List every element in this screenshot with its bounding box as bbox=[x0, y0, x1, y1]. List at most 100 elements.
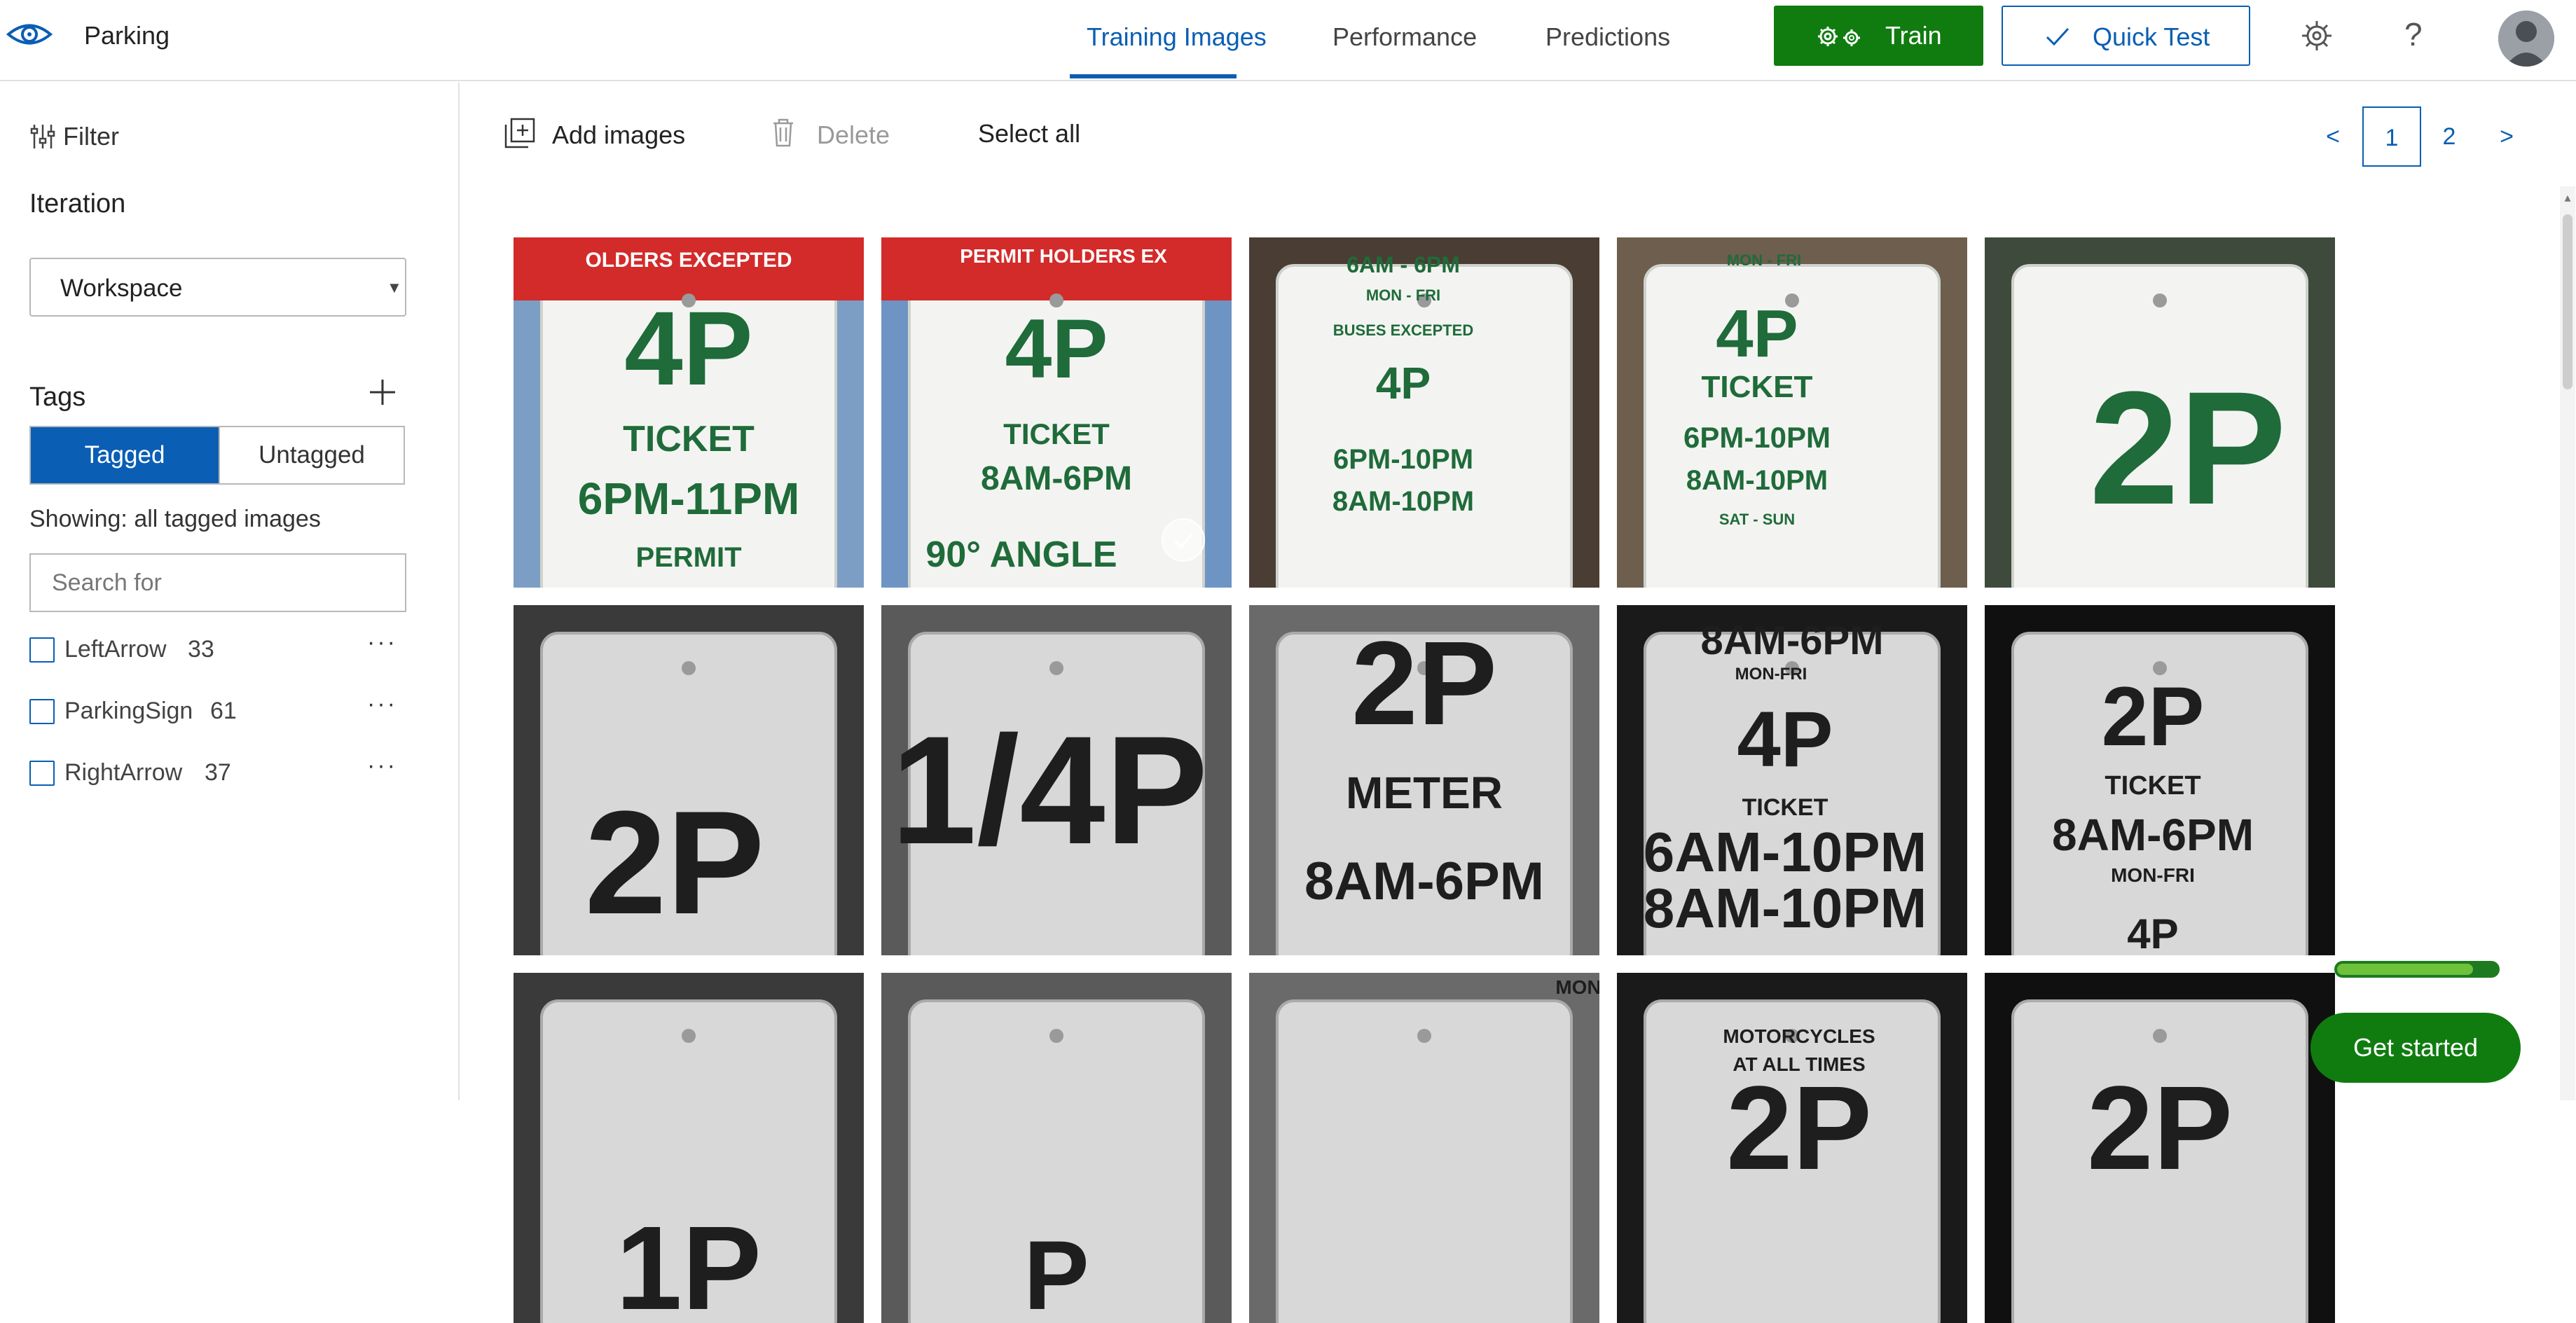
tag-checkbox[interactable] bbox=[29, 637, 55, 663]
tag-row-parkingsign: ParkingSign 61 ··· bbox=[29, 691, 422, 727]
sign-text: TICKET bbox=[623, 419, 755, 459]
onboarding-progress-bar bbox=[2334, 961, 2500, 978]
checkmark-circle-icon[interactable] bbox=[1162, 518, 1205, 562]
tag-name[interactable]: LeftArrow bbox=[64, 636, 167, 663]
training-image-tile[interactable]: 1P bbox=[514, 973, 864, 1323]
parking-sign-photo: 2P TICKET 8AM-6PM MON-FRI 4P bbox=[1985, 605, 2335, 955]
sign-text: SAT - SUN bbox=[1719, 511, 1795, 528]
user-avatar-icon[interactable] bbox=[2498, 11, 2554, 67]
pagination-prev-button[interactable]: < bbox=[2305, 106, 2361, 167]
onboarding-progress-fill bbox=[2337, 964, 2473, 975]
iteration-dropdown[interactable]: Workspace ▼ bbox=[29, 258, 406, 317]
sign-text: 8AM-6PM bbox=[1304, 852, 1544, 911]
project-title[interactable]: Parking bbox=[84, 21, 170, 50]
sign-text: MOTORCYCLES bbox=[1723, 1025, 1875, 1047]
iteration-heading: Iteration bbox=[29, 189, 126, 219]
quick-test-button-label: Quick Test bbox=[2093, 22, 2210, 51]
sign-text: 6PM-10PM bbox=[1683, 421, 1831, 454]
training-image-tile[interactable]: 1/4P bbox=[881, 605, 1232, 955]
sign-text: 2P bbox=[2102, 670, 2205, 763]
training-image-tile[interactable]: 2P bbox=[1985, 237, 2335, 588]
gears-icon bbox=[1818, 27, 1860, 46]
quick-test-button[interactable]: Quick Test bbox=[2002, 6, 2250, 66]
training-image-tile[interactable]: 2P bbox=[1985, 973, 2335, 1323]
tag-checkbox[interactable] bbox=[29, 699, 55, 724]
sign-text: PERMIT HOLDERS EX bbox=[960, 245, 1167, 267]
sign-text: 4P bbox=[1005, 302, 1108, 396]
training-image-tile[interactable]: 8AM-6PM MON-FRI 4P TICKET 6AM-10PM 8AM-10PM bbox=[1617, 605, 1967, 955]
training-image-tile[interactable]: P bbox=[881, 973, 1232, 1323]
sign-text: 4P bbox=[1376, 358, 1431, 408]
dropdown-caret-icon: ▼ bbox=[387, 279, 402, 296]
train-button[interactable]: Train bbox=[1774, 6, 1983, 66]
plus-icon[interactable] bbox=[367, 377, 398, 408]
tag-name[interactable]: ParkingSign bbox=[64, 698, 193, 725]
pagination-page-2[interactable]: 2 bbox=[2421, 106, 2477, 167]
delete-label: Delete bbox=[817, 120, 890, 149]
parking-sign-photo: 1/4P bbox=[881, 605, 1232, 955]
tag-checkbox[interactable] bbox=[29, 761, 55, 786]
more-options-icon[interactable]: ··· bbox=[367, 629, 397, 656]
gear-icon[interactable] bbox=[2301, 20, 2333, 52]
training-image-tile[interactable]: 6AM - 6PM MON - FRI BUSES EXCEPTED 4P 6PM-10… bbox=[1249, 237, 1599, 588]
parking-sign-photo: 1P bbox=[514, 973, 864, 1323]
trash-icon bbox=[773, 118, 793, 147]
sign-text: 6AM - 6PM bbox=[1346, 252, 1460, 277]
pagination-page-1[interactable]: 1 bbox=[2362, 106, 2421, 167]
filter-label: Filter bbox=[63, 122, 119, 151]
training-image-tile[interactable]: 2P METER 8AM-6PM bbox=[1249, 605, 1599, 955]
eye-icon[interactable] bbox=[4, 15, 55, 53]
parking-sign-photo: MON bbox=[1249, 973, 1599, 1323]
scroll-up-arrow-icon[interactable]: ▴ bbox=[2560, 191, 2575, 205]
sign-text: 8AM-10PM bbox=[1332, 486, 1474, 517]
sign-text: MON - FRI bbox=[1366, 286, 1440, 304]
tab-predictions[interactable]: Predictions bbox=[1545, 22, 1670, 52]
sign-text: MON-FRI bbox=[1735, 665, 1807, 684]
training-image-tile[interactable]: MON - FRI 4P TICKET 6PM-10PM 8AM-10PM SAT - S… bbox=[1617, 237, 1967, 588]
sign-text: OLDERS EXCEPTED bbox=[585, 249, 792, 272]
sign-text: TICKET bbox=[1742, 794, 1828, 821]
tab-performance[interactable]: Performance bbox=[1332, 22, 1477, 52]
sign-text: 2P bbox=[2089, 358, 2286, 538]
filter-sliders-icon bbox=[30, 125, 55, 148]
tag-row-rightarrow: RightArrow 37 ··· bbox=[29, 752, 422, 789]
tags-heading: Tags bbox=[29, 382, 86, 412]
active-tab-indicator bbox=[1070, 74, 1237, 78]
training-image-tile[interactable]: 2P bbox=[514, 605, 864, 955]
tagged-toggle-button[interactable]: Tagged bbox=[31, 427, 219, 483]
tab-training-images[interactable]: Training Images bbox=[1087, 22, 1267, 52]
left-sidebar: Filter Iteration Workspace ▼ Tags Tagged… bbox=[0, 83, 460, 1100]
vertical-scrollbar[interactable]: ▴ bbox=[2560, 186, 2575, 1100]
training-image-tile[interactable]: OLDERS EXCEPTED 4P TICKET 6PM-11PM PERMIT bbox=[514, 237, 864, 588]
sign-text: PERMIT bbox=[635, 542, 741, 573]
training-image-tile[interactable]: 2P TICKET 8AM-6PM MON-FRI 4P bbox=[1985, 605, 2335, 955]
sign-text: MON bbox=[1555, 976, 1599, 998]
checkmark-icon bbox=[2046, 27, 2069, 46]
sign-text: TICKET bbox=[2105, 771, 2200, 801]
scrollbar-thumb[interactable] bbox=[2563, 214, 2572, 389]
tagged-untagged-toggle: Tagged Untagged bbox=[29, 426, 405, 485]
training-image-tile[interactable]: MON bbox=[1249, 973, 1599, 1323]
sign-text: 2P bbox=[585, 780, 765, 945]
pagination-next-button[interactable]: > bbox=[2479, 106, 2535, 167]
training-image-tile[interactable]: MOTORCYCLES AT ALL TIMES 2P bbox=[1617, 973, 1967, 1323]
more-options-icon[interactable]: ··· bbox=[367, 752, 397, 780]
more-options-icon[interactable]: ··· bbox=[367, 691, 397, 718]
tag-search-input[interactable] bbox=[29, 553, 406, 612]
sign-text: MON-FRI bbox=[2111, 864, 2195, 886]
question-icon[interactable]: ? bbox=[2404, 15, 2423, 53]
parking-sign-photo: 2P bbox=[1985, 237, 2335, 588]
untagged-toggle-button[interactable]: Untagged bbox=[219, 427, 404, 483]
tag-count: 61 bbox=[210, 698, 237, 724]
iteration-selected-value: Workspace bbox=[60, 275, 183, 302]
select-all-button[interactable]: Select all bbox=[978, 119, 1080, 148]
sign-text: 2P bbox=[1726, 1062, 1872, 1195]
add-images-label: Add images bbox=[552, 120, 686, 149]
sign-text: 4P bbox=[1737, 695, 1833, 783]
get-started-button[interactable]: Get started bbox=[2310, 1013, 2521, 1083]
sign-text: TICKET bbox=[1003, 417, 1110, 450]
sign-text: 8AM-6PM bbox=[981, 460, 1132, 497]
tag-name[interactable]: RightArrow bbox=[64, 759, 182, 787]
parking-sign-photo: P bbox=[881, 973, 1232, 1323]
sign-text: 8AM-6PM bbox=[1700, 618, 1883, 663]
